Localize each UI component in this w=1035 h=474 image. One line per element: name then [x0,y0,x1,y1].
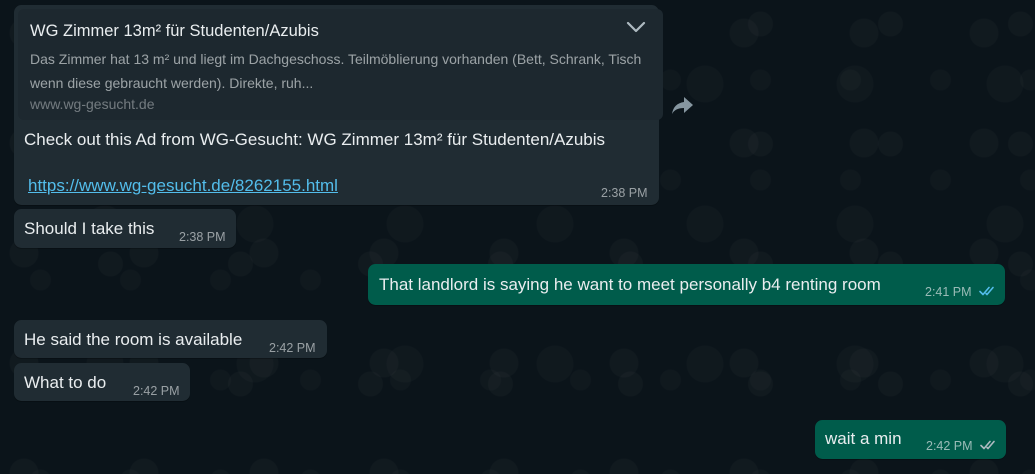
message-text: That landlord is saying he want to meet … [379,275,881,294]
link-preview-card[interactable]: WG Zimmer 13m² für Studenten/Azubis Das … [18,9,663,120]
message-timestamp: 2:42 PM [269,341,316,355]
double-check-icon [980,440,995,450]
message-timestamp: 2:42 PM [133,384,180,398]
message-bubble[interactable]: wait a min 2:42 PM [815,420,1006,459]
message-text: He said the room is available [24,330,243,349]
message-bubble[interactable]: That landlord is saying he want to meet … [368,264,1005,305]
message-link[interactable]: https://www.wg-gesucht.de/8262155.html [28,175,338,197]
message-text: wait a min [825,429,902,448]
chevron-down-icon[interactable] [625,19,647,35]
message-text: Should I take this [24,219,155,238]
forward-icon[interactable] [669,92,697,118]
message-timestamp: 2:38 PM [601,186,648,200]
message-bubble[interactable]: Should I take this 2:38 PM [14,209,236,248]
link-preview-domain: www.wg-gesucht.de [30,96,155,112]
message-link-preview[interactable]: WG Zimmer 13m² für Studenten/Azubis Das … [14,5,663,205]
message-timestamp: 2:41 PM [925,285,972,299]
link-preview-description: Das Zimmer hat 13 m² und liegt im Dachge… [30,51,642,91]
message-bubble[interactable]: What to do 2:42 PM [14,363,190,401]
message-timestamp: 2:38 PM [179,230,226,244]
message-bubble[interactable]: He said the room is available 2:42 PM [14,320,327,358]
link-preview-title: WG Zimmer 13m² für Studenten/Azubis [30,22,319,40]
message-timestamp: 2:42 PM [926,439,973,453]
double-check-icon [979,286,994,296]
message-text: What to do [24,373,107,392]
message-text: Check out this Ad from WG-Gesucht: WG Zi… [24,130,606,149]
